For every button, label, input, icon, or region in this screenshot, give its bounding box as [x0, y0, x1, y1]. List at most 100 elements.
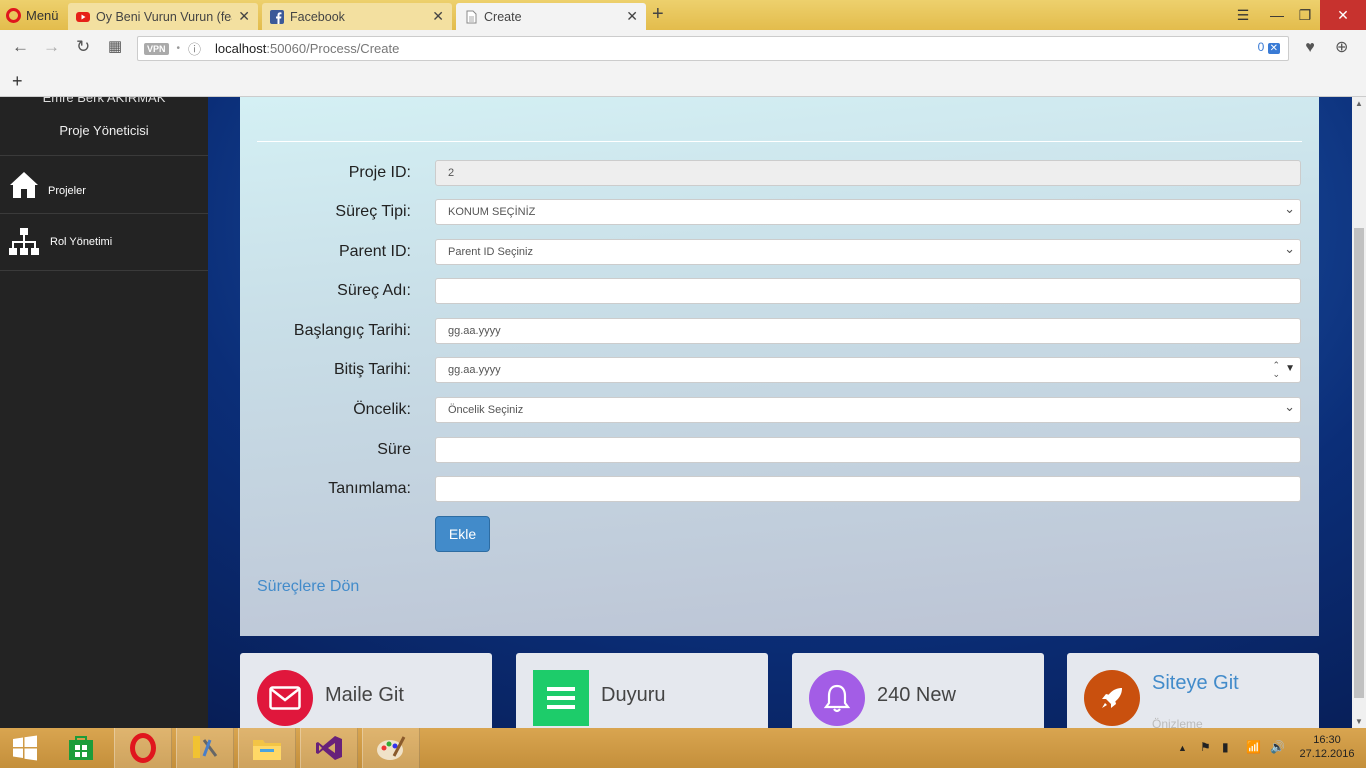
- bitis-tarihi-field[interactable]: gg.aa.yyyy ⌃ ⌄ ▼: [435, 357, 1301, 383]
- scroll-down-icon[interactable]: ▼: [1355, 717, 1363, 726]
- tanimlama-field[interactable]: [435, 476, 1301, 502]
- list-icon: [533, 670, 589, 726]
- sidebar-item-label: Projeler: [48, 184, 86, 197]
- field-label: Başlangıç Tarihi:: [293, 322, 411, 339]
- maximize-button[interactable]: ❐: [1290, 0, 1320, 30]
- card-siteye-git[interactable]: Siteye Git Önizleme: [1067, 653, 1319, 728]
- menu-label: Menü: [26, 7, 59, 23]
- field-label: Süreç Adı:: [337, 282, 411, 299]
- form-row-parent-id: Parent ID: Parent ID Seçiniz: [240, 239, 1319, 265]
- envelope-icon: [257, 670, 313, 726]
- tab-menu-icon[interactable]: ☰: [1228, 0, 1258, 30]
- close-tab-icon[interactable]: ✕: [238, 8, 250, 25]
- date-placeholder: gg.aa.yyyy: [448, 364, 501, 376]
- tab-title: Create: [484, 9, 522, 24]
- visual-studio-icon[interactable]: [300, 728, 358, 768]
- minimize-button[interactable]: —: [1262, 0, 1292, 30]
- sidebar-item-label: Rol Yönetimi: [50, 236, 113, 248]
- card-sub-label: Önizleme: [1152, 717, 1203, 728]
- date-spinner-icon[interactable]: ⌃ ⌄: [1272, 361, 1280, 379]
- form-row-oncelik: Öncelik: Öncelik Seçiniz: [240, 397, 1319, 423]
- form-row-bitis-tarihi: Bitiş Tarihi: gg.aa.yyyy ⌃ ⌄ ▼: [240, 357, 1319, 383]
- clock-time: 16:30: [1313, 734, 1341, 746]
- form-row-sure: Süre: [240, 437, 1319, 463]
- opera-logo-icon: [130, 733, 156, 763]
- flag-icon[interactable]: ⚑: [1200, 740, 1211, 754]
- page-viewport: Emre Berk AKIRMAK Proje Yöneticisi Proje…: [0, 97, 1352, 728]
- heart-icon[interactable]: ♥: [1298, 36, 1322, 60]
- field-label: Öncelik:: [353, 401, 411, 418]
- opera-logo-icon: [6, 7, 21, 23]
- volume-icon[interactable]: 🔊: [1270, 740, 1285, 754]
- vpn-badge[interactable]: VPN: [144, 42, 169, 55]
- speed-dial-icon[interactable]: ▦: [108, 37, 122, 55]
- field-label: Proje ID:: [348, 164, 411, 181]
- windows-start-icon[interactable]: [0, 728, 50, 768]
- tab-title: Facebook: [290, 9, 345, 24]
- page-scrollbar[interactable]: ▲ ▼: [1352, 97, 1366, 728]
- form-row-proje-id: Proje ID: 2: [240, 160, 1319, 186]
- paint-icon[interactable]: [362, 728, 420, 768]
- forward-icon[interactable]: →: [43, 37, 60, 57]
- add-bookmark-button[interactable]: +: [12, 71, 23, 92]
- shield-icon: ✕: [1267, 43, 1280, 54]
- home-icon: [10, 171, 38, 198]
- show-hidden-icons-icon[interactable]: ▲: [1178, 743, 1187, 753]
- sure-field[interactable]: [435, 437, 1301, 463]
- network-icon[interactable]: 📶: [1246, 740, 1261, 754]
- tools-taskbar-icon[interactable]: [176, 728, 234, 768]
- card-duyuru[interactable]: Duyuru: [516, 653, 768, 728]
- card-label: Siteye Git: [1152, 672, 1239, 694]
- opera-menu-button[interactable]: Menü: [0, 0, 64, 30]
- bell-icon: [809, 670, 865, 726]
- card-label: 240 New: [877, 684, 956, 706]
- battery-icon[interactable]: ▮: [1222, 740, 1229, 754]
- file-explorer-icon[interactable]: [238, 728, 296, 768]
- sidebar-item-rol-yonetimi[interactable]: Rol Yönetimi: [0, 213, 208, 271]
- baslangic-tarihi-field[interactable]: gg.aa.yyyy: [435, 318, 1301, 344]
- form-row-surec-adi: Süreç Adı:: [240, 278, 1319, 304]
- site-info-icon[interactable]: ⓘ: [188, 39, 201, 58]
- form-row-surec-tipi: Süreç Tipi: KONUM SEÇİNİZ: [240, 199, 1319, 225]
- parent-id-select[interactable]: Parent ID Seçiniz: [435, 239, 1301, 265]
- user-name: Emre Berk AKIRMAK: [42, 97, 166, 105]
- card-maile-git[interactable]: Maile Git: [240, 653, 492, 728]
- ekle-button[interactable]: Ekle: [435, 516, 490, 552]
- system-clock[interactable]: 16:30 27.12.2016: [1294, 733, 1360, 761]
- new-tab-button[interactable]: +: [652, 3, 664, 26]
- field-label: Süre: [377, 441, 411, 458]
- bookmarks-bar: +: [0, 66, 1366, 97]
- scroll-up-icon[interactable]: ▲: [1355, 99, 1363, 108]
- oncelik-select[interactable]: Öncelik Seçiniz: [435, 397, 1301, 423]
- surec-tipi-select[interactable]: KONUM SEÇİNİZ: [435, 199, 1301, 225]
- surec-adi-field[interactable]: [435, 278, 1301, 304]
- scrollbar-thumb[interactable]: [1354, 228, 1364, 698]
- url-field[interactable]: VPN • ⓘ localhost:50060/Process/Create 0…: [137, 36, 1289, 61]
- close-window-button[interactable]: ✕: [1320, 0, 1366, 30]
- back-icon[interactable]: ←: [12, 37, 29, 57]
- reload-icon[interactable]: ↻: [76, 37, 90, 57]
- field-label: Parent ID:: [338, 243, 411, 260]
- sitemap-icon: [9, 228, 39, 255]
- tab-facebook[interactable]: Facebook ✕: [262, 3, 452, 30]
- adblock-indicator[interactable]: 0 ✕: [1258, 40, 1280, 54]
- download-icon[interactable]: ⊕: [1335, 37, 1348, 57]
- form-row-baslangic-tarihi: Başlangıç Tarihi: gg.aa.yyyy: [240, 318, 1319, 344]
- tab-youtube[interactable]: Oy Beni Vurun Vurun (feat ✕: [68, 3, 258, 30]
- rocket-icon: [1084, 670, 1140, 726]
- windows-taskbar: ▲ ⚑ ▮ 📶 🔊 16:30 27.12.2016: [0, 728, 1366, 768]
- adblock-count: 0: [1257, 40, 1265, 54]
- store-icon[interactable]: [52, 728, 110, 768]
- close-tab-icon[interactable]: ✕: [626, 8, 638, 25]
- back-to-processes-link[interactable]: Süreçlere Dön: [257, 578, 359, 596]
- sidebar-item-projeler[interactable]: Projeler: [0, 155, 208, 213]
- url-path: :50060/Process/Create: [266, 41, 400, 56]
- date-dropdown-icon[interactable]: ▼: [1285, 363, 1295, 374]
- opera-taskbar-icon[interactable]: [114, 728, 172, 768]
- field-label: Bitiş Tarihi:: [333, 361, 411, 378]
- card-label: Duyuru: [601, 684, 666, 706]
- card-240-new[interactable]: 240 New: [792, 653, 1044, 728]
- close-tab-icon[interactable]: ✕: [432, 8, 444, 25]
- browser-tab-bar: Menü Oy Beni Vurun Vurun (feat ✕ Faceboo…: [0, 0, 1366, 30]
- tab-create[interactable]: Create ✕: [456, 3, 646, 30]
